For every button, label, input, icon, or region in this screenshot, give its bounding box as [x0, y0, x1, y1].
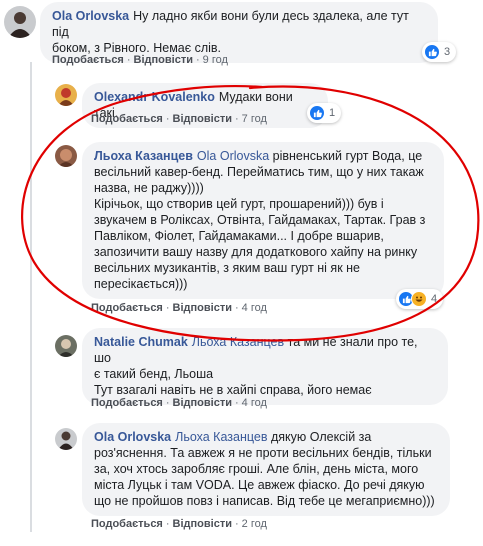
reaction-summary[interactable]: 4: [396, 289, 444, 309]
comment-text-line: що не пройшов повз і написав. Від тебе ц…: [94, 494, 435, 508]
avatar[interactable]: [55, 335, 77, 357]
comment-bubble: Льоха Казанцев Ola Orlovska рівненський г…: [82, 142, 444, 299]
like-reaction-icon: [424, 44, 440, 60]
like-link[interactable]: Подобається: [91, 397, 163, 409]
comment-timestamp[interactable]: 7 год: [242, 113, 267, 125]
comment-text-line: пересікається))): [94, 277, 188, 291]
reply-link[interactable]: Відповісти: [173, 113, 232, 125]
comment-text-line: роз'яснення. Та авжеж я не проти весільн…: [94, 446, 432, 460]
like-link[interactable]: Подобається: [91, 518, 163, 530]
reaction-summary[interactable]: 3: [422, 42, 457, 62]
comment-actions: Подобається · Відповісти · 7 год: [91, 113, 267, 125]
comment-text-line: міста Луцьк і там VODA. Це авжеж фіаско.…: [94, 478, 425, 492]
comment-text-line: Кірічьок, що створив цей гурт, прошарени…: [94, 197, 384, 211]
like-link[interactable]: Подобається: [91, 302, 163, 314]
reaction-count: 1: [329, 107, 336, 119]
avatar[interactable]: [55, 145, 77, 167]
thread-line: [30, 62, 32, 532]
person-avatar-icon: [58, 339, 74, 357]
person-avatar-icon: [8, 12, 32, 38]
avatar[interactable]: [55, 428, 77, 450]
laugh-reaction-icon: [411, 291, 427, 307]
person-avatar-icon: [58, 88, 74, 106]
reaction-count: 4: [431, 293, 438, 305]
reply-link[interactable]: Відповісти: [173, 302, 232, 314]
comment-timestamp[interactable]: 2 год: [242, 518, 267, 530]
comment-text-line: за, хоч хтось заробляє гроші. Але блін, …: [94, 462, 419, 476]
comment-author[interactable]: Olexandr Kovalenko: [94, 90, 215, 104]
comment-timestamp[interactable]: 4 год: [242, 397, 267, 409]
mention-link[interactable]: Льоха Казанцев: [192, 335, 284, 349]
like-link[interactable]: Подобається: [52, 54, 124, 66]
like-link[interactable]: Подобається: [91, 113, 163, 125]
comment-text-line: є такий бенд, Льоша: [94, 367, 214, 381]
comment-text-line: звукачем в Ролiксах, Отвінта, Гайдамаках…: [94, 213, 426, 227]
comment-actions: Подобається · Відповісти · 4 год: [91, 302, 267, 314]
comment-text-line: Павліком, Фіолет, Гайдамаками... І добре…: [94, 229, 384, 243]
comment-author[interactable]: Ola Orlovska: [52, 9, 129, 23]
comment-timestamp[interactable]: 4 год: [242, 302, 267, 314]
comment-bubble: Ola Orlovska Льоха Казанцев дякую Олексій…: [82, 423, 450, 516]
comment-text-line: запозичити вашу назву для додаткового ха…: [94, 245, 418, 259]
comment-author[interactable]: Ola Orlovska: [94, 430, 171, 444]
comment-text-line: Тут взагалі навіть не в хайпі справа, йо…: [94, 383, 372, 397]
reaction-count: 3: [444, 46, 451, 58]
reply-link[interactable]: Відповісти: [134, 54, 193, 66]
comment-author[interactable]: Льоха Казанцев: [94, 149, 193, 163]
comment-text-line: назва, не раджу)))): [94, 181, 204, 195]
comment-actions: Подобається · Відповісти · 4 год: [91, 397, 267, 409]
avatar[interactable]: [55, 84, 77, 106]
person-avatar-icon: [58, 149, 74, 167]
comment-actions: Подобається · Відповісти · 9 год: [52, 54, 228, 66]
avatar[interactable]: [4, 6, 36, 38]
comment-text-line: весільних музикантів, з яким ваш гурт ні…: [94, 261, 360, 275]
person-avatar-icon: [58, 431, 74, 450]
comment-bubble: Natalie Chumak Льоха Казанцев та ми не зн…: [82, 328, 448, 405]
reaction-summary[interactable]: 1: [307, 103, 342, 123]
mention-link[interactable]: Льоха Казанцев: [175, 430, 267, 444]
comment-text-line: дякую Олексій за: [270, 430, 372, 444]
comment-author[interactable]: Natalie Chumak: [94, 335, 188, 349]
reply-link[interactable]: Відповісти: [173, 518, 232, 530]
comment-text-line: весільний кавер-бенд. Перейматись тим, щ…: [94, 165, 424, 179]
comment-text-line: рівненський гурт Вода, це: [272, 149, 423, 163]
comment-actions: Подобається · Відповісти · 2 год: [91, 518, 267, 530]
like-reaction-icon: [309, 105, 325, 121]
comment-timestamp[interactable]: 9 год: [203, 54, 228, 66]
mention-link[interactable]: Ola Orlovska: [197, 149, 269, 163]
reply-link[interactable]: Відповісти: [173, 397, 232, 409]
